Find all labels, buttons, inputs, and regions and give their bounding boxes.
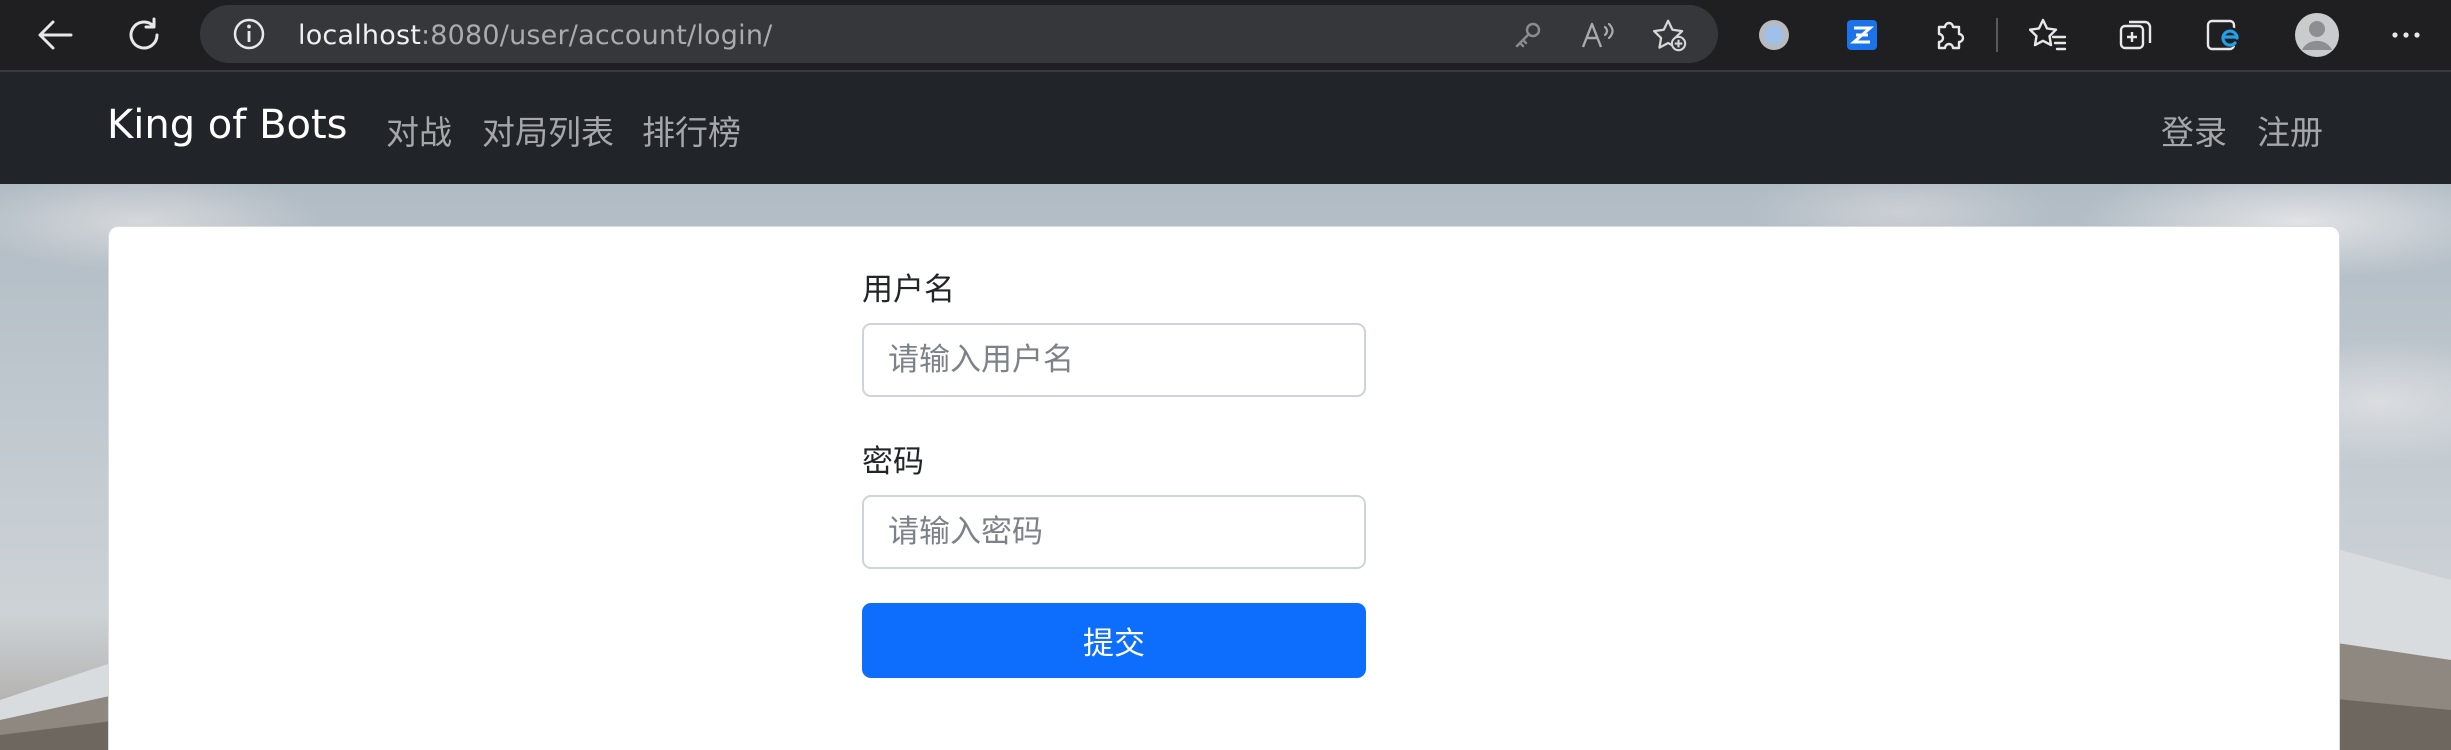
favorite-add-icon[interactable] bbox=[1652, 17, 1688, 53]
nav-link-register[interactable]: 注册 bbox=[2257, 106, 2323, 154]
read-aloud-icon[interactable] bbox=[1580, 17, 1616, 53]
url-path: :8080/user/account/login/ bbox=[421, 20, 773, 51]
more-menu-icon[interactable] bbox=[2384, 13, 2428, 57]
username-input[interactable] bbox=[862, 323, 1366, 397]
profile-avatar-icon[interactable] bbox=[2292, 10, 2342, 60]
edge-bar-icon[interactable] bbox=[2202, 13, 2246, 57]
back-arrow-icon[interactable] bbox=[32, 12, 78, 58]
username-label: 用户名 bbox=[862, 272, 955, 308]
puzzle-extensions-icon[interactable] bbox=[1927, 13, 1971, 57]
address-bar[interactable]: localhost:8080/user/account/login/ bbox=[200, 5, 1718, 63]
password-input[interactable] bbox=[862, 495, 1366, 569]
nav-link-login[interactable]: 登录 bbox=[2161, 106, 2227, 154]
url-host: localhost bbox=[298, 20, 421, 51]
refresh-icon[interactable] bbox=[121, 12, 167, 58]
browser-toolbar: localhost:8080/user/account/login/ bbox=[0, 0, 2451, 72]
top-navbar: King of Bots 对战 对局列表 排行榜 登录 注册 bbox=[0, 72, 2451, 184]
info-icon[interactable] bbox=[232, 17, 266, 51]
nav-link-ranklist[interactable]: 排行榜 bbox=[642, 106, 741, 154]
collections-icon[interactable] bbox=[2114, 13, 2158, 57]
zotero-extension-icon[interactable] bbox=[1840, 13, 1884, 57]
url-text[interactable]: localhost:8080/user/account/login/ bbox=[298, 20, 772, 51]
nav-link-match-list[interactable]: 对局列表 bbox=[482, 106, 614, 154]
toolbar-separator bbox=[1996, 18, 1998, 52]
password-label: 密码 bbox=[862, 444, 924, 480]
favorites-icon[interactable] bbox=[2026, 13, 2070, 57]
brand-logo-text[interactable]: King of Bots bbox=[107, 102, 348, 148]
key-icon[interactable] bbox=[1510, 17, 1546, 53]
submit-button[interactable]: 提交 bbox=[862, 603, 1366, 678]
nav-link-battle[interactable]: 对战 bbox=[386, 106, 452, 154]
page-viewport: King of Bots 对战 对局列表 排行榜 登录 注册 用户名 密码 提交 bbox=[0, 72, 2451, 750]
extension-circle-icon[interactable] bbox=[1752, 13, 1796, 57]
